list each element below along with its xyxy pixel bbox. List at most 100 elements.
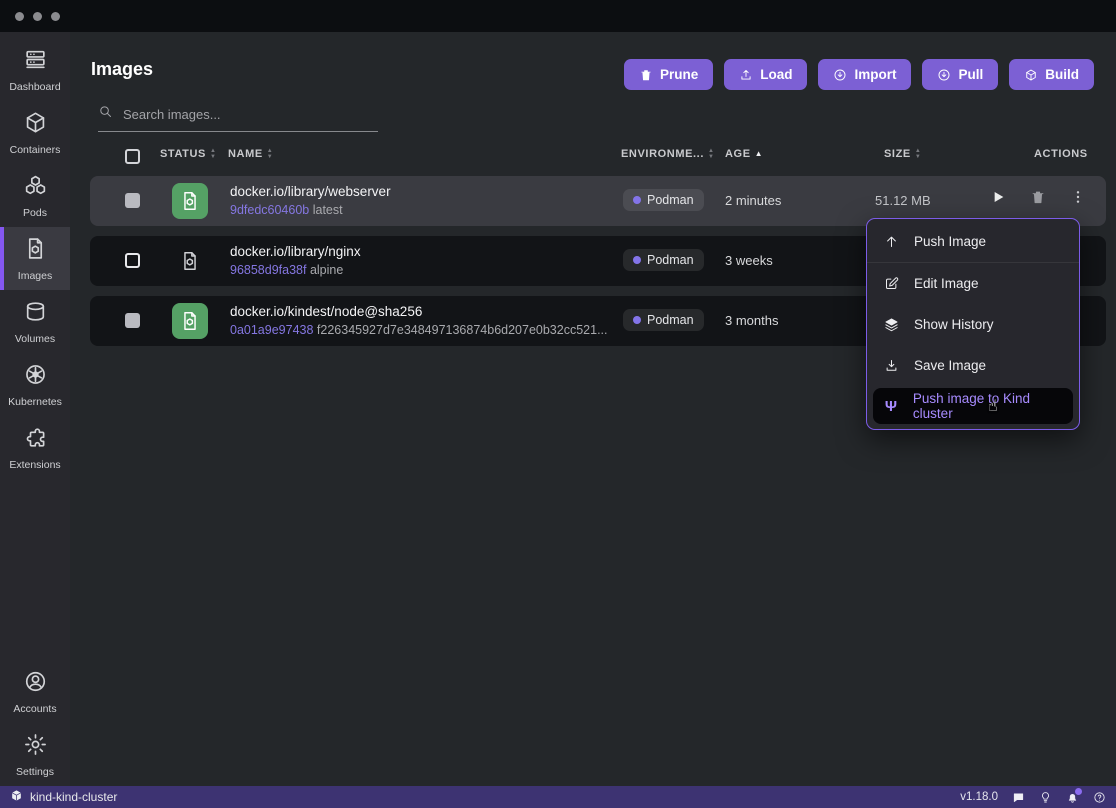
button-label: Prune [660, 67, 698, 82]
column-label: SIZE [884, 148, 911, 160]
column-header-size[interactable]: SIZE ▲▼ [884, 148, 921, 160]
prune-button[interactable]: Prune [624, 59, 713, 90]
status-bar: kind-kind-cluster v1.18.0 [0, 786, 1116, 808]
column-header-name[interactable]: NAME▲▼ [228, 148, 273, 160]
menu-item-push-image-to-kind-cluster[interactable]: Ψ Push image to Kind cluster [873, 388, 1073, 424]
button-label: Pull [958, 67, 983, 82]
environment-badge: Podman [623, 249, 704, 271]
sidebar-item-volumes[interactable]: Volumes [0, 290, 70, 353]
menu-item-label: Show History [914, 317, 994, 332]
image-hash: 96858d9fa38f [230, 263, 306, 277]
arrow-up-icon [884, 234, 899, 249]
row-checkbox[interactable] [125, 313, 140, 328]
column-header-actions: ACTIONS [1034, 148, 1088, 160]
layers-icon [884, 317, 899, 332]
environment-badge: Podman [623, 309, 704, 331]
image-subtitle: 9dfedc60460b latest [230, 201, 391, 219]
run-image-button[interactable] [990, 189, 1006, 205]
containers-icon [23, 110, 48, 140]
sidebar-item-settings[interactable]: Settings [0, 723, 70, 786]
kind-logo-icon [10, 789, 23, 805]
sidebar-item-label: Accounts [13, 703, 56, 715]
table-header: STATUS ▲▼ NAME▲▼ ENVIRONME...▲▼ AGE ▲ SIZE ▲▼ AC… [70, 148, 1116, 170]
sort-ascending-icon: ▲ [755, 150, 764, 158]
kubernetes-icon [23, 362, 48, 392]
feedback-icon[interactable] [1012, 791, 1025, 804]
image-status-icon [172, 183, 208, 219]
image-subtitle: 0a01a9e97438 f226345927d7e348497136874b6… [230, 321, 608, 339]
row-checkbox[interactable] [125, 253, 140, 268]
column-label: NAME [228, 148, 263, 160]
sort-icon: ▲▼ [210, 149, 217, 160]
image-name-cell[interactable]: docker.io/library/nginx96858d9fa38f alpi… [230, 243, 361, 279]
column-header-environme[interactable]: ENVIRONME...▲▼ [621, 148, 715, 160]
sidebar-item-kubernetes[interactable]: Kubernetes [0, 353, 70, 416]
column-label: AGE [725, 148, 751, 160]
accounts-icon [23, 669, 48, 699]
load-button[interactable]: Load [724, 59, 807, 90]
column-header-age[interactable]: AGE ▲ [725, 148, 763, 160]
environment-label: Podman [647, 193, 694, 207]
size-cell: 51.12 MB [875, 193, 931, 208]
age-cell: 2 minutes [725, 193, 781, 208]
build-button[interactable]: Build [1009, 59, 1094, 90]
sidebar-item-containers[interactable]: Containers [0, 101, 70, 164]
image-tag: alpine [310, 263, 343, 277]
column-label: ENVIRONME... [621, 148, 704, 160]
page-title: Images [91, 59, 153, 80]
window-close-button[interactable] [15, 12, 24, 21]
download-circle-icon [937, 68, 951, 82]
volumes-icon [23, 299, 48, 329]
trash-icon [1030, 189, 1046, 205]
pull-button[interactable]: Pull [922, 59, 998, 90]
status-bar-right: v1.18.0 [960, 791, 1106, 804]
menu-item-save-image[interactable]: Save Image [867, 345, 1079, 386]
titlebar [0, 0, 1116, 32]
import-button[interactable]: Import [818, 59, 911, 90]
sidebar-item-label: Dashboard [9, 81, 60, 93]
search-bar[interactable] [98, 104, 378, 132]
menu-item-label: Push image to Kind cluster [913, 391, 1062, 421]
settings-icon [23, 732, 48, 762]
sidebar-item-extensions[interactable]: Extensions [0, 416, 70, 479]
row-checkbox[interactable] [125, 193, 140, 208]
window-minimize-button[interactable] [33, 12, 42, 21]
sidebar-item-pods[interactable]: Pods [0, 164, 70, 227]
sort-icon: ▲▼ [915, 149, 922, 160]
help-icon[interactable] [1093, 791, 1106, 804]
trash-icon [639, 68, 653, 82]
environment-badge: Podman [623, 189, 704, 211]
select-all-checkbox[interactable] [125, 149, 140, 164]
kind-icon: Ψ [884, 399, 898, 414]
sidebar-item-label: Settings [16, 766, 54, 778]
notifications-bell-icon[interactable] [1066, 791, 1079, 804]
download-circle-icon [833, 68, 847, 82]
delete-image-button[interactable] [1030, 189, 1046, 205]
kind-cluster-status[interactable]: kind-kind-cluster [10, 789, 117, 805]
column-label: ACTIONS [1034, 148, 1088, 160]
image-name-cell[interactable]: docker.io/library/webserver9dfedc60460b … [230, 183, 391, 219]
menu-item-push-image[interactable]: Push Image [867, 221, 1079, 263]
button-label: Build [1045, 67, 1079, 82]
sidebar: Dashboard Containers Pods ImagesVolumesKube… [0, 32, 70, 786]
toolbar: Prune Load Import Pull Build [624, 59, 1094, 90]
image-name-cell[interactable]: docker.io/kindest/node@sha2560a01a9e9743… [230, 303, 608, 339]
sidebar-spacer [0, 479, 70, 660]
tips-icon[interactable] [1039, 791, 1052, 804]
image-status-icon [172, 243, 208, 279]
column-header-status[interactable]: STATUS ▲▼ [160, 148, 217, 160]
more-actions-button[interactable] [1070, 189, 1086, 205]
sidebar-item-dashboard[interactable]: Dashboard [0, 38, 70, 101]
window-zoom-button[interactable] [51, 12, 60, 21]
age-cell: 3 weeks [725, 253, 773, 268]
menu-item-edit-image[interactable]: Edit Image [867, 263, 1079, 304]
play-icon [990, 189, 1006, 205]
sidebar-item-accounts[interactable]: Accounts [0, 660, 70, 723]
image-tag: f226345927d7e348497136874b6d207e0b32cc52… [317, 323, 608, 337]
sidebar-item-label: Pods [23, 207, 47, 219]
button-label: Import [854, 67, 896, 82]
search-input[interactable] [121, 106, 365, 123]
sidebar-item-images[interactable]: Images [0, 227, 70, 290]
menu-item-show-history[interactable]: Show History [867, 304, 1079, 345]
column-label: STATUS [160, 148, 206, 160]
